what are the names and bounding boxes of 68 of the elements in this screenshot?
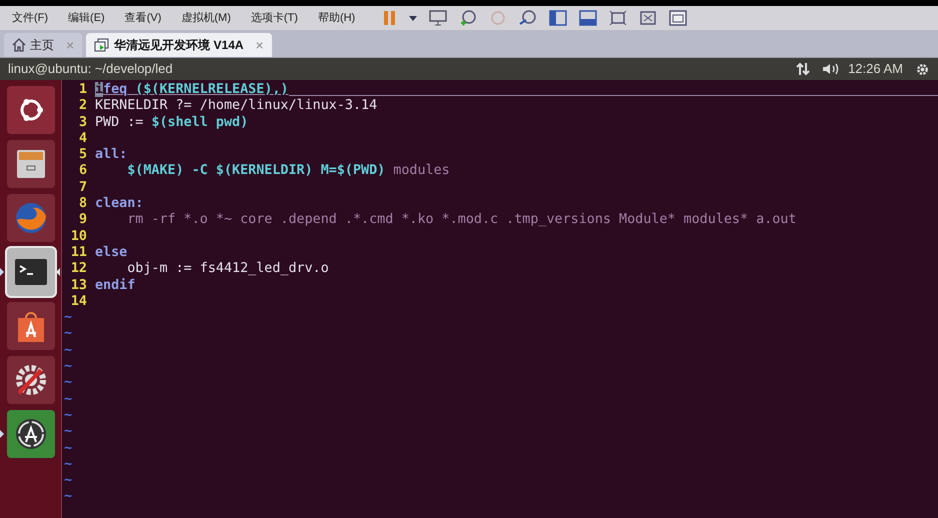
line-number: 9 (78, 212, 88, 229)
empty-line-marker: ~ (63, 326, 72, 342)
launcher-item[interactable] (7, 356, 55, 404)
empty-line-marker: ~ (63, 359, 72, 374)
tab[interactable]: 主页 × (4, 33, 82, 57)
menu-item[interactable]: 选项卡(T) (250, 10, 298, 26)
launcher-item[interactable] (7, 248, 55, 296)
empty-line-marker: ~ (63, 342, 72, 358)
line-number: 4 (78, 130, 88, 148)
line-number: 3 (78, 114, 88, 131)
snapshot-manager-icon[interactable] (519, 10, 538, 26)
code-line: ifeq ($(KERNELRELEASE),) (95, 82, 288, 98)
menu-item[interactable]: 文件(F) (12, 10, 48, 26)
empty-line-marker: ~ (63, 310, 72, 326)
line-number: 2 (78, 98, 88, 115)
menu-item[interactable]: 帮助(H) (318, 10, 356, 26)
code-line: else (95, 244, 128, 262)
settings-icon[interactable] (915, 62, 930, 76)
window-icon[interactable] (669, 10, 688, 26)
tab[interactable]: 华清远见开发环境 V14A × (86, 33, 272, 57)
vm-icon (94, 38, 110, 52)
menu-item[interactable]: 虚拟机(M) (181, 10, 231, 26)
empty-line-marker: ~ (63, 375, 72, 390)
menu-item[interactable]: 编辑(E) (68, 10, 105, 26)
sidebar-view-icon[interactable] (549, 10, 568, 26)
code-line: endif (95, 278, 136, 294)
caret-icon[interactable] (409, 16, 418, 20)
code-line: KERNELDIR ?= /home/linux/linux-3.14 (95, 98, 378, 115)
line-number: 1 (78, 82, 88, 98)
line-number: 10 (70, 228, 88, 245)
running-indicator (0, 268, 4, 276)
running-indicator (0, 430, 4, 438)
launcher-item[interactable] (7, 410, 55, 458)
empty-line-marker: ~ (63, 489, 72, 504)
line-number: 13 (70, 278, 88, 294)
menu-item[interactable]: 查看(V) (124, 10, 162, 26)
code-line: obj-m := fs4412_led_drv.o (126, 261, 329, 278)
console-view-icon[interactable] (579, 10, 598, 26)
network-arrows-icon[interactable] (796, 62, 810, 76)
line-number: 14 (70, 294, 88, 310)
line-number: 8 (78, 196, 88, 212)
empty-line-marker: ~ (63, 456, 72, 472)
code-line: PWD := $(shell pwd) (95, 114, 248, 131)
fullscreen-icon[interactable] (609, 10, 628, 26)
empty-line-marker: ~ (63, 408, 72, 423)
launcher-item[interactable] (7, 302, 55, 350)
snapshot-icon[interactable] (459, 10, 478, 26)
monitor-icon[interactable] (429, 10, 448, 26)
line-number: 5 (78, 147, 88, 164)
line-number: 12 (70, 261, 88, 278)
code-line: rm -rf *.o *~ core .depend .*.cmd *.ko *.mod.c .tmp_versions Module* modules* a.out (126, 212, 796, 229)
launcher-item[interactable] (7, 86, 55, 134)
line-number: 7 (78, 180, 88, 196)
window-title: linux@ubuntu: ~/develop/led (8, 60, 173, 78)
empty-line-marker: ~ (63, 440, 72, 456)
code-line: clean: (95, 196, 144, 212)
code-line: all: (95, 147, 128, 164)
empty-line-marker: ~ (63, 392, 72, 407)
code-line: $(MAKE) -C $(KERNELDIR) M=$(PWD) modules (126, 163, 450, 180)
line-number: 11 (70, 244, 88, 262)
empty-line-marker: ~ (63, 473, 72, 488)
launcher-item[interactable] (7, 140, 55, 188)
unity-view-icon[interactable] (639, 10, 658, 26)
house-icon (12, 38, 26, 52)
line-number: 6 (78, 163, 88, 180)
volume-icon[interactable] (822, 62, 840, 76)
empty-line-marker: ~ (63, 424, 72, 440)
clock[interactable]: 12:26 AM (848, 59, 903, 79)
